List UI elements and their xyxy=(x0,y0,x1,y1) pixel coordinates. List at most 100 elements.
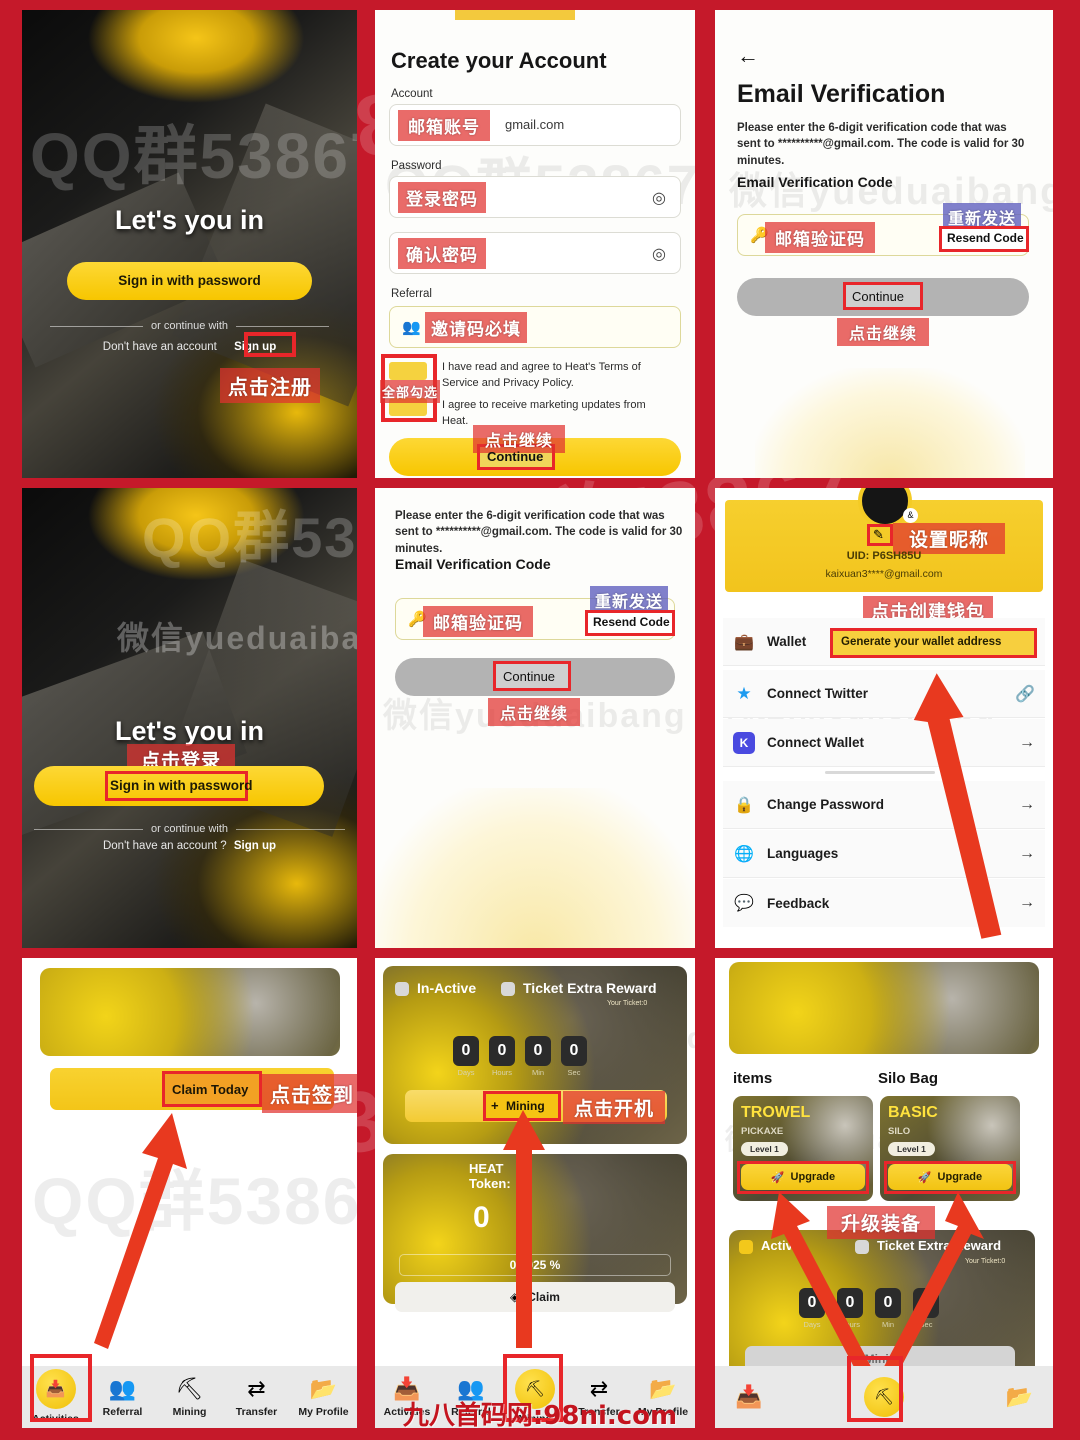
settings-row-label: Connect Twitter xyxy=(767,686,868,701)
page-title: Let's you in xyxy=(115,205,264,235)
generate-wallet-button[interactable]: Generate your wallet address xyxy=(841,636,1001,648)
timer-unit: Sec xyxy=(919,1320,933,1329)
nav-item-transfer[interactable]: ⇄ Transfer xyxy=(567,1376,631,1418)
link-icon[interactable]: 🔗 xyxy=(1015,684,1035,704)
terms-checkbox[interactable] xyxy=(389,362,427,380)
signup-prompt-label: Don't have an account ? xyxy=(102,840,227,852)
ticket-reward-label: Ticket Extra Reward xyxy=(523,980,657,996)
ticket-count-label: Your Ticket:0 xyxy=(607,1000,648,1007)
nav-item-transfer[interactable]: ⇄ Transfer xyxy=(223,1376,290,1418)
folder-icon: 📂 xyxy=(309,1376,338,1401)
wallet-icon: 💼 xyxy=(734,633,754,651)
claim-today-button[interactable]: Claim Today xyxy=(172,1082,248,1097)
activities-banner xyxy=(40,968,340,1056)
nav-item-my-profile[interactable]: 📂 My Profile xyxy=(631,1376,695,1418)
status-checkbox[interactable] xyxy=(395,982,409,996)
divider-or-continue: or continue with xyxy=(34,823,346,835)
folder-icon: 📂 xyxy=(649,1376,677,1401)
nav-activities-highlight-box xyxy=(30,1354,92,1422)
plus-icon: + xyxy=(491,1098,499,1113)
nav-item-referral[interactable]: 👥 Referral xyxy=(89,1376,156,1418)
ticket-count-label: Your Ticket:0 xyxy=(965,1258,1006,1265)
transfer-icon: ⇄ xyxy=(589,1376,609,1401)
pickaxe-icon: ⛏ xyxy=(175,1376,204,1401)
nav-label: My Profile xyxy=(298,1406,349,1418)
divider-label: or continue with xyxy=(150,320,229,332)
signup-prompt-row: Don't have an account Sign up xyxy=(22,341,357,353)
kaia-icon: K xyxy=(733,731,755,754)
timer-unit: Min xyxy=(881,1320,895,1329)
nav-item-mining[interactable]: ⛏ Mining xyxy=(156,1376,223,1418)
code-label: Email Verification Code xyxy=(395,556,551,572)
annotation-check-all: 全部勾选 xyxy=(380,380,440,403)
nav-item-referral[interactable]: 👥 Referral xyxy=(439,1376,503,1418)
signup-link[interactable]: Sign up xyxy=(234,840,276,852)
annotation-continue: 点击继续 xyxy=(488,698,580,726)
annotation-email-account: 邮箱账号 xyxy=(398,110,490,141)
annotation-continue: 点击继续 xyxy=(837,318,929,346)
settings-row-change-password[interactable]: 🔒 Change Password → xyxy=(723,781,1045,829)
claim-button[interactable]: ◈ Claim xyxy=(395,1282,675,1312)
eye-icon[interactable]: ◎ xyxy=(652,244,666,264)
status-checkbox[interactable] xyxy=(739,1240,753,1254)
annotation-claim-today: 点击签到 xyxy=(262,1074,357,1113)
settings-row-languages[interactable]: 🌐 Languages → xyxy=(723,830,1045,878)
token-value: 0 xyxy=(473,1201,490,1234)
ticket-reward-label: Ticket Extra Reward xyxy=(877,1238,1002,1253)
panel-profile-settings: 微信yueduaibang & ✎ 设置昵称 UID: P6SH85U kaix… xyxy=(715,488,1053,948)
settings-row-connect-twitter[interactable]: ★ Connect Twitter 🔗 xyxy=(723,670,1045,718)
terms-agreement-text: I have read and agree to Heat's Terms of… xyxy=(442,361,641,389)
upgrade-trowel-highlight-box xyxy=(737,1161,869,1194)
nav-mining-highlight-box xyxy=(503,1354,563,1422)
panel-signin-signup: QQ群53867 Let's you in Sign in with passw… xyxy=(22,10,357,478)
back-arrow-icon[interactable]: ← xyxy=(737,43,759,69)
nav-label: Transfer xyxy=(578,1406,620,1418)
claim-button-label: Claim xyxy=(527,1290,560,1304)
code-label: Email Verification Code xyxy=(737,174,893,190)
settings-row-feedback[interactable]: 💬 Feedback → xyxy=(723,879,1045,927)
nav-label: Mining xyxy=(172,1406,207,1418)
timer-unit: Hours xyxy=(491,1068,512,1077)
mining-status-label: Active xyxy=(761,1238,801,1253)
chevron-right-icon[interactable]: → xyxy=(1019,796,1035,814)
timer-value: 0 xyxy=(913,1288,939,1318)
panel-email-verification: 微信yueduaibang ← Email Verification Pleas… xyxy=(715,10,1053,478)
nav-item-my-profile[interactable]: 📂 xyxy=(985,1384,1053,1410)
referral-label: Referral xyxy=(391,288,432,300)
nav-item-my-profile[interactable]: 📂 My Profile xyxy=(290,1376,357,1418)
verification-description: Please enter the 6-digit verification co… xyxy=(737,122,1025,167)
nav-label: Activities xyxy=(383,1406,431,1418)
panel-email-verification-2: 微信yueduaibang Please enter the 6-digit v… xyxy=(375,488,695,948)
chevron-right-icon[interactable]: → xyxy=(1019,845,1035,863)
settings-row-label: Wallet xyxy=(767,634,807,649)
timer-unit: Days xyxy=(457,1068,475,1077)
resend-code-button[interactable]: Resend Code xyxy=(593,615,670,629)
chevron-right-icon[interactable]: → xyxy=(1019,894,1035,912)
signin-password-button[interactable]: Sign in with password xyxy=(67,262,312,300)
timer-value: 0 xyxy=(837,1288,863,1318)
pencil-icon[interactable]: ✎ xyxy=(873,527,884,543)
nav-item-activities[interactable]: 📥 xyxy=(715,1384,783,1410)
timer-unit: Min xyxy=(531,1068,545,1077)
eye-icon[interactable]: ◎ xyxy=(652,188,666,208)
chat-icon: 💬 xyxy=(734,895,754,912)
token-label: HEAT Token: xyxy=(469,1161,511,1191)
ticket-checkbox[interactable] xyxy=(855,1240,869,1254)
folder-icon: 📂 xyxy=(1005,1384,1033,1409)
settings-row-connect-wallet[interactable]: K Connect Wallet → xyxy=(723,719,1045,767)
annotation-start-mining: 点击开机 xyxy=(563,1091,665,1124)
top-notch xyxy=(455,10,575,20)
nav-item-activities[interactable]: 📥 Activities xyxy=(375,1376,439,1418)
resend-code-button[interactable]: Resend Code xyxy=(947,231,1024,245)
timer-value: 0 xyxy=(875,1288,901,1318)
annotation-login-password: 登录密码 xyxy=(398,182,486,213)
upgrade-silo-highlight-box xyxy=(884,1161,1016,1194)
mining-button-label[interactable]: Mining xyxy=(506,1099,545,1113)
progress-text: 0.0025 % xyxy=(509,1258,561,1272)
ticket-checkbox[interactable] xyxy=(501,982,515,996)
chevron-right-icon[interactable]: → xyxy=(1019,734,1035,752)
countdown-timer: 0 Days 0 Hours 0 Min 0 Sec xyxy=(799,1288,939,1329)
nav-label: Transfer xyxy=(235,1406,278,1418)
globe-icon: 🌐 xyxy=(734,845,754,863)
page-title: Let's you in xyxy=(115,716,264,746)
